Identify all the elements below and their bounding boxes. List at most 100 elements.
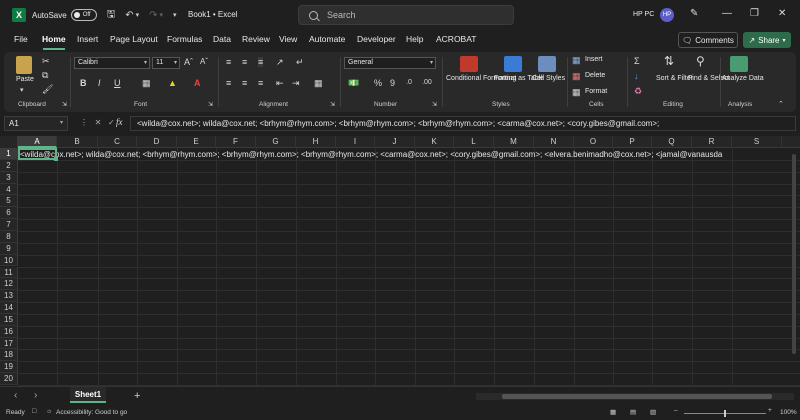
conditional-formatting-label[interactable]: Conditional Formatting — [446, 75, 516, 83]
zoom-in-icon[interactable]: + — [768, 407, 772, 414]
comma-style-icon[interactable]: 9 — [390, 78, 395, 88]
autosum-icon[interactable]: Σ — [634, 56, 640, 66]
row-header-3[interactable]: 3 — [0, 171, 18, 184]
clipboard-launcher-icon[interactable]: ⇲ — [62, 100, 67, 110]
collapse-ribbon-icon[interactable]: ⌃ — [778, 100, 784, 110]
format-as-table-icon[interactable] — [504, 56, 522, 72]
column-header-j[interactable]: J — [375, 136, 415, 148]
search-input[interactable] — [327, 10, 497, 20]
tab-developer[interactable]: Developer — [357, 34, 396, 44]
cancel-icon[interactable]: ✕ — [95, 118, 102, 127]
bold-icon[interactable]: B — [80, 78, 87, 88]
add-sheet-icon[interactable]: + — [134, 390, 140, 402]
more-icon[interactable]: ⋮ — [80, 118, 88, 127]
font-name-select[interactable]: Calibri ▾ — [74, 57, 150, 69]
scrollbar-thumb[interactable] — [502, 394, 772, 399]
font-size-select[interactable]: 11 ▾ — [152, 57, 180, 69]
active-cell-a1[interactable] — [18, 148, 57, 160]
macro-record-icon[interactable]: □ — [32, 408, 36, 415]
row-header-11[interactable]: 11 — [0, 266, 18, 279]
column-header-l[interactable]: L — [454, 136, 494, 148]
avatar[interactable]: HP — [660, 8, 674, 22]
format-cells-icon[interactable]: ▦ — [572, 87, 581, 97]
tab-automate[interactable]: Automate — [309, 34, 345, 44]
increase-decimal-icon[interactable]: .0 — [406, 78, 412, 88]
increase-indent-icon[interactable]: ⇥ — [292, 78, 300, 88]
row-header-19[interactable]: 19 — [0, 361, 18, 374]
row-header-18[interactable]: 18 — [0, 349, 18, 362]
column-header-f[interactable]: F — [216, 136, 256, 148]
paste-dropdown-icon[interactable]: ▾ — [20, 86, 24, 96]
align-top-icon[interactable]: ≡ — [226, 57, 231, 67]
paste-icon[interactable] — [16, 56, 32, 74]
prev-sheet-icon[interactable]: ‹ — [14, 390, 17, 401]
zoom-level[interactable]: 100% — [780, 409, 797, 416]
cell-styles-icon[interactable] — [538, 56, 556, 72]
save-icon[interactable]: 🖫 — [107, 7, 116, 24]
cell-a1-text[interactable]: <wilda@cox.net>; wilda@cox.net; <brhym@r… — [20, 149, 722, 160]
tab-page-layout[interactable]: Page Layout — [110, 34, 158, 44]
tab-formulas[interactable]: Formulas — [167, 34, 202, 44]
wrap-text-icon[interactable]: ↵ — [296, 57, 304, 67]
column-header-i[interactable]: I — [336, 136, 375, 148]
row-header-1[interactable]: 1 — [0, 148, 18, 160]
orientation-icon[interactable]: ↗ — [276, 57, 284, 67]
column-header-q[interactable]: Q — [652, 136, 692, 148]
sort-filter-label[interactable]: Sort & Filter — [656, 75, 693, 83]
align-middle-icon[interactable]: ≡ — [242, 57, 247, 67]
row-header-7[interactable]: 7 — [0, 219, 18, 231]
share-button[interactable]: ↗ Share ▾ — [743, 32, 791, 48]
number-format-select[interactable]: General ▾ — [344, 57, 436, 69]
increase-font-icon[interactable]: Aˆ — [184, 57, 193, 67]
tab-review[interactable]: Review — [242, 34, 270, 44]
fill-color-icon[interactable]: ▲ — [168, 78, 177, 88]
column-header-a[interactable]: A — [18, 136, 57, 148]
autosave-toggle[interactable]: Off — [70, 9, 97, 21]
zoom-out-icon[interactable]: – — [674, 407, 678, 414]
select-all-corner[interactable] — [0, 136, 18, 148]
format-as-table-label[interactable]: Format as Table — [494, 75, 544, 83]
redo-dropdown-icon[interactable]: ▾ — [160, 11, 164, 19]
column-header-o[interactable]: O — [574, 136, 613, 148]
row-header-2[interactable]: 2 — [0, 159, 18, 172]
tab-acrobat[interactable]: ACROBAT — [436, 34, 476, 44]
search-box[interactable] — [298, 5, 514, 25]
decrease-decimal-icon[interactable]: .00 — [422, 78, 432, 88]
find-select-label[interactable]: Find & Select — [688, 75, 730, 83]
delete-cells-icon[interactable]: ▦ — [572, 71, 581, 81]
copy-icon[interactable]: ⧉ — [42, 70, 48, 80]
decrease-font-icon[interactable]: Aˇ — [200, 57, 208, 67]
fill-handle[interactable] — [54, 157, 58, 161]
column-header-n[interactable]: N — [534, 136, 574, 148]
enter-icon[interactable]: ✓ — [108, 118, 115, 127]
font-color-icon[interactable]: A — [194, 78, 201, 88]
restore-icon[interactable]: ❐ — [750, 8, 759, 19]
delete-label[interactable]: Delete — [585, 72, 605, 80]
column-header-b[interactable]: B — [57, 136, 98, 148]
align-center-icon[interactable]: ≡ — [242, 78, 247, 88]
tab-data[interactable]: Data — [213, 34, 231, 44]
format-painter-icon[interactable]: 🖌 — [42, 84, 53, 94]
name-box[interactable]: A1 ▾ — [4, 116, 68, 131]
scrollbar-thumb[interactable] — [792, 154, 796, 354]
row-header-17[interactable]: 17 — [0, 337, 18, 350]
row-header-10[interactable]: 10 — [0, 254, 18, 267]
analyze-data-label[interactable]: Analyze Data — [722, 75, 764, 83]
fill-icon[interactable]: ↓ — [634, 71, 639, 81]
insert-cells-icon[interactable]: ▦ — [572, 55, 581, 65]
undo-icon[interactable]: ↶ — [125, 10, 133, 21]
column-header-d[interactable]: D — [137, 136, 177, 148]
page-break-view-icon[interactable]: ▧ — [650, 408, 656, 416]
pen-icon[interactable]: ✎ — [690, 8, 698, 19]
italic-icon[interactable]: I — [98, 78, 101, 88]
accessibility-status[interactable]: Accessibility: Good to go — [56, 409, 127, 416]
column-header-r[interactable]: R — [692, 136, 732, 148]
row-header-15[interactable]: 15 — [0, 313, 18, 326]
cut-icon[interactable]: ✂ — [42, 56, 50, 66]
alignment-launcher-icon[interactable]: ⇲ — [330, 100, 335, 110]
row-header-13[interactable]: 13 — [0, 290, 18, 303]
currency-icon[interactable]: 💵 — [348, 78, 359, 88]
formula-input[interactable]: <wilda@cox.net>; wilda@cox.net; <brhym@r… — [130, 116, 796, 131]
tab-view[interactable]: View — [279, 34, 297, 44]
column-header-k[interactable]: K — [415, 136, 454, 148]
